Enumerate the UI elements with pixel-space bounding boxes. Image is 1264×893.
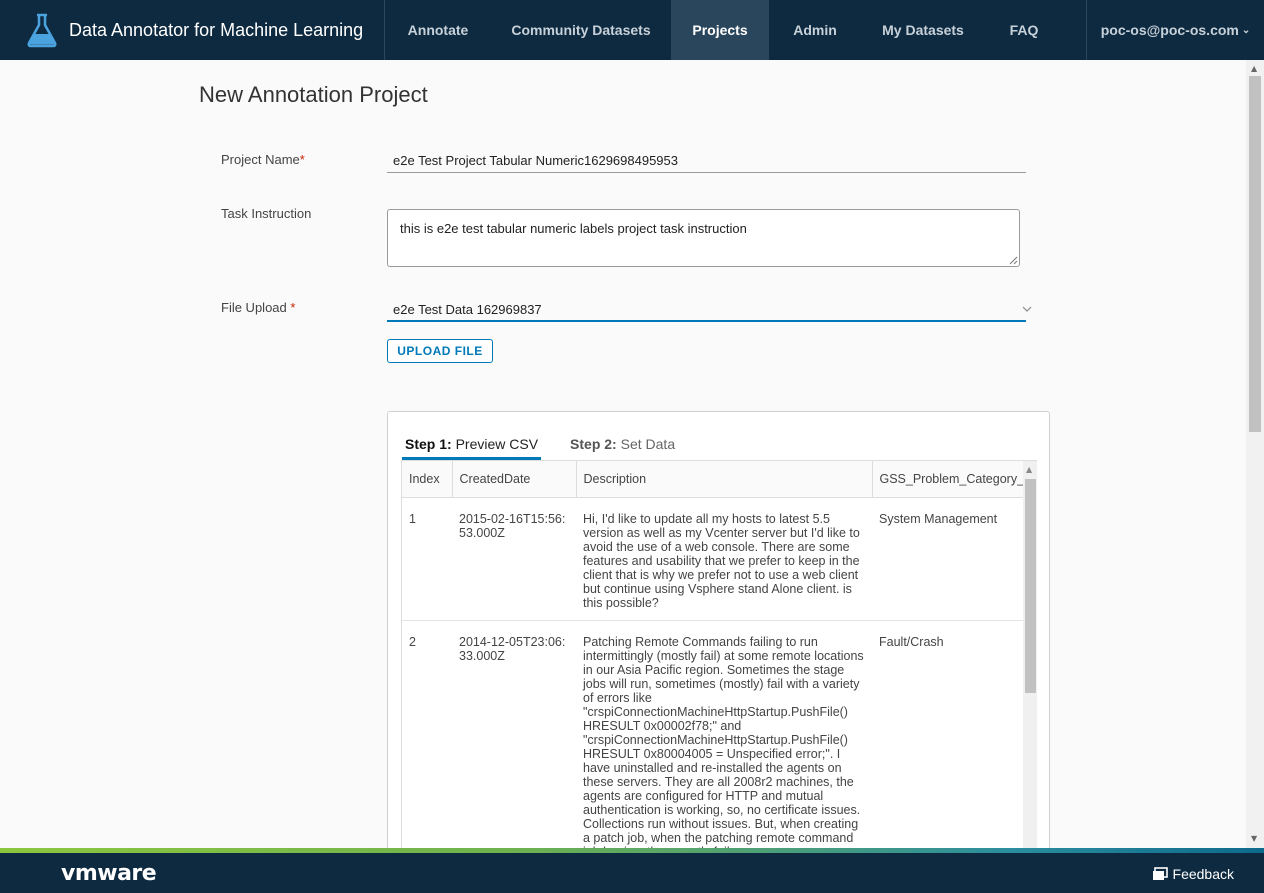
table-scrollbar-thumb[interactable]	[1025, 479, 1036, 693]
table-row: 1 2015-02-16T15:56:53.000Z Hi, I'd like …	[402, 497, 1023, 621]
page-scrollbar[interactable]: ▲ ▼	[1246, 60, 1264, 848]
column-header-createddate[interactable]: CreatedDate	[452, 461, 577, 498]
required-marker: *	[299, 152, 305, 167]
required-marker: *	[290, 300, 296, 315]
task-instruction-textarea[interactable]: this is e2e test tabular numeric labels …	[387, 209, 1020, 267]
cell-category: Fault/Crash	[872, 620, 1023, 848]
cell-category: System Management	[872, 497, 1023, 621]
main-nav: Annotate Community Datasets Projects Adm…	[385, 0, 1063, 60]
file-upload-label: File Upload *	[221, 300, 295, 315]
cell-description: Patching Remote Commands failing to run …	[576, 620, 872, 848]
tab-label: Set Data	[616, 436, 676, 452]
brand[interactable]: Data Annotator for Machine Learning	[0, 0, 385, 60]
tab-label: Preview CSV	[451, 436, 539, 452]
flask-logo-icon	[27, 13, 57, 48]
feedback-label: Feedback	[1172, 866, 1234, 882]
scroll-down-arrow-icon[interactable]: ▼	[1251, 834, 1257, 843]
nav-admin[interactable]: Admin	[769, 0, 861, 60]
cell-description: Hi, I'd like to update all my hosts to l…	[576, 497, 872, 621]
project-name-label: Project Name*	[221, 152, 305, 167]
chevron-down-icon	[1022, 306, 1032, 312]
nav-my-datasets[interactable]: My Datasets	[861, 0, 985, 60]
app-title: Data Annotator for Machine Learning	[69, 19, 364, 40]
column-header-category[interactable]: GSS_Problem_Category_	[872, 461, 1024, 498]
column-header-description[interactable]: Description	[576, 461, 873, 498]
user-email: poc-os@poc-os.com	[1100, 22, 1239, 38]
chevron-down-icon: ⌄	[1241, 24, 1251, 36]
table-row: 2 2014-12-05T23:06:33.000Z Patching Remo…	[402, 620, 1023, 848]
upload-file-button[interactable]: UPLOAD FILE	[387, 339, 493, 363]
csv-wizard-card: Step 1: Preview CSV Step 2: Set Data Ind…	[387, 411, 1050, 848]
feedback-button[interactable]: Feedback	[1152, 866, 1234, 882]
project-name-label-text: Project Name	[221, 152, 300, 167]
task-instruction-text: this is e2e test tabular numeric labels …	[400, 221, 747, 236]
top-nav-bar: Data Annotator for Machine Learning Anno…	[0, 0, 1264, 60]
page-title: New Annotation Project	[199, 82, 428, 107]
csv-preview-table: Index CreatedDate Description GSS_Proble…	[401, 460, 1037, 848]
tab-step-number: Step 2:	[570, 436, 617, 452]
file-upload-select[interactable]: e2e Test Data 162969837	[387, 300, 1032, 322]
cell-index: 2	[402, 620, 452, 848]
footer: vmware Feedback	[0, 853, 1264, 893]
main-content: New Annotation Project Project Name* e2e…	[0, 60, 1246, 848]
page-scrollbar-thumb[interactable]	[1249, 76, 1261, 432]
wizard-tabs: Step 1: Preview CSV Step 2: Set Data	[402, 432, 704, 460]
nav-projects[interactable]: Projects	[671, 0, 769, 60]
task-instruction-label: Task Instruction	[221, 206, 312, 221]
cell-created-date: 2015-02-16T15:56:53.000Z	[452, 497, 576, 621]
scroll-up-arrow-icon[interactable]: ▲	[1026, 465, 1032, 474]
column-header-index[interactable]: Index	[402, 461, 453, 498]
file-upload-label-text: File Upload	[221, 300, 291, 315]
table-header-row: Index CreatedDate Description GSS_Proble…	[402, 461, 1024, 498]
feedback-icon	[1152, 867, 1168, 880]
tab-preview-csv[interactable]: Step 1: Preview CSV	[402, 432, 542, 460]
resize-grip-icon[interactable]	[1009, 256, 1018, 265]
file-upload-selected: e2e Test Data 162969837	[393, 302, 542, 317]
cell-index: 1	[402, 497, 452, 621]
nav-annotate[interactable]: Annotate	[385, 0, 491, 60]
nav-community-datasets[interactable]: Community Datasets	[491, 0, 671, 60]
tab-set-data[interactable]: Step 2: Set Data	[567, 432, 678, 460]
scroll-up-arrow-icon[interactable]: ▲	[1251, 64, 1257, 73]
user-menu[interactable]: poc-os@poc-os.com ⌄	[1086, 0, 1264, 60]
table-scrollbar[interactable]: ▲	[1023, 461, 1037, 848]
cell-created-date: 2014-12-05T23:06:33.000Z	[452, 620, 576, 848]
tab-step-number: Step 1:	[405, 436, 452, 452]
nav-faq[interactable]: FAQ	[985, 0, 1063, 60]
project-name-input[interactable]: e2e Test Project Tabular Numeric16296984…	[387, 150, 1026, 173]
vmware-logo: vmware	[61, 861, 157, 886]
